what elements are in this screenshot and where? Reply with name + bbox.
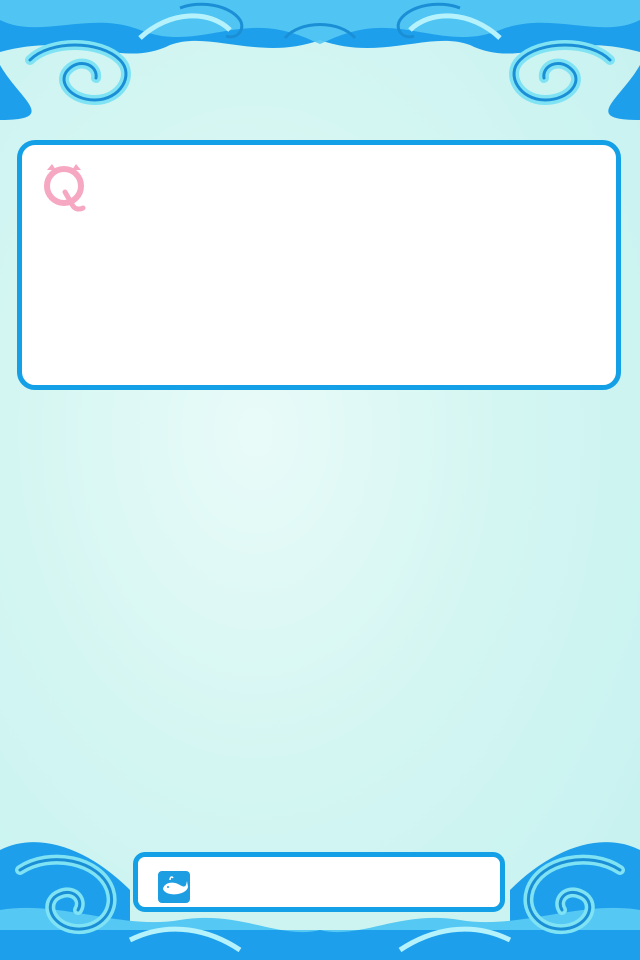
q-badge-icon — [44, 164, 86, 212]
top-ornament-frame — [0, 0, 640, 120]
question-card — [17, 140, 621, 390]
answer-text — [202, 871, 488, 895]
question-text — [102, 167, 594, 365]
answer-choices-area — [0, 400, 640, 820]
answer-bar[interactable] — [133, 852, 505, 912]
whale-icon[interactable] — [158, 871, 190, 903]
